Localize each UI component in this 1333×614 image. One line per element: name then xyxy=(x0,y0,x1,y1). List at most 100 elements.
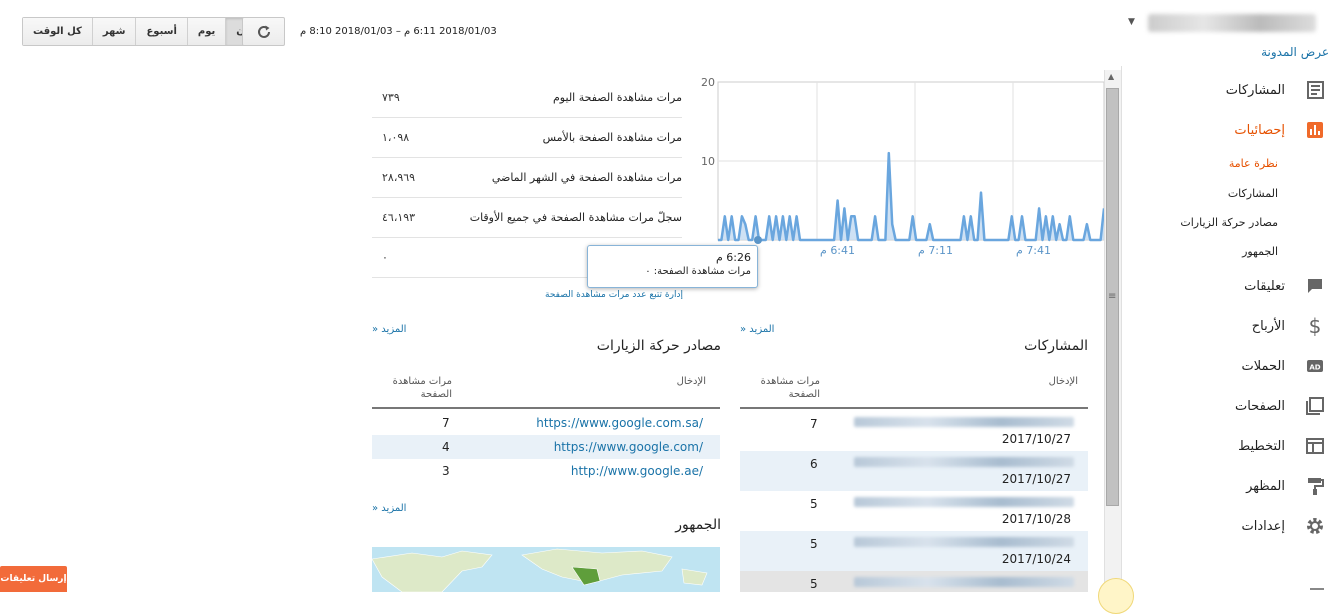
sidebar-divider xyxy=(1121,66,1122,592)
post-row[interactable]: 7 2017/10/27 xyxy=(740,411,1088,451)
stat-label: مرات مشاهدة الصفحة بالأمس xyxy=(542,131,682,144)
sidebar-item-label: إحصائيات xyxy=(1234,122,1285,138)
sidebar-subitem-posts[interactable]: المشاركات xyxy=(1228,187,1278,200)
sidebar-item-pages[interactable]: الصفحات xyxy=(1235,392,1327,420)
post-title-blurred[interactable] xyxy=(854,457,1074,467)
post-date: 2017/10/24 xyxy=(1001,552,1071,566)
sidebar-item-label: المظهر xyxy=(1246,478,1285,494)
traffic-col-entry: الإدخال xyxy=(676,376,706,387)
scroll-grip-icon: ≡ xyxy=(1108,291,1117,302)
send-feedback-button[interactable]: إرسال تعليقات xyxy=(0,566,67,592)
date-range-label: 2018/01/03 6:11 م – 2018/01/03 8:10 م xyxy=(300,26,497,37)
posts-col-views: مرات مشاهدة الصفحة xyxy=(760,376,820,400)
sidebar-item-campaigns[interactable]: AD الحملات xyxy=(1242,352,1327,380)
post-row[interactable]: 5 2017/10/28 xyxy=(740,491,1088,531)
traffic-col-views: مرات مشاهدة الصفحة xyxy=(392,376,452,400)
posts-header-rule xyxy=(740,407,1088,409)
sidebar-item-theme[interactable]: المظهر xyxy=(1246,472,1327,500)
stat-row-today: مرات مشاهدة الصفحة اليوم ٧٣٩ xyxy=(372,78,682,118)
post-title-blurred[interactable] xyxy=(854,577,1074,587)
sidebar-item-label: الصفحات xyxy=(1234,398,1285,414)
stat-value: ٠ xyxy=(382,251,388,264)
stat-label: سجلّ مرات مشاهدة الصفحة في جميع الأوقات xyxy=(469,211,682,224)
sidebar-item-comments[interactable]: تعليقات xyxy=(1244,272,1327,300)
range-day-button[interactable]: يوم xyxy=(186,18,226,45)
scroll-up-arrow-icon[interactable]: ▲ xyxy=(1108,72,1114,81)
post-title-blurred[interactable] xyxy=(854,417,1074,427)
traffic-row: 3 http://www.google.ae/ xyxy=(372,459,720,483)
paint-roller-icon xyxy=(1303,474,1327,498)
posts-more-link[interactable]: المزيد « xyxy=(740,324,774,335)
range-all-time-button[interactable]: كل الوقت xyxy=(23,18,92,45)
sidebar-item-earnings[interactable]: $ الأرباح xyxy=(1252,312,1327,340)
help-icon[interactable] xyxy=(1098,578,1134,614)
blog-dropdown-caret-icon[interactable]: ▼ xyxy=(1128,17,1135,27)
sidebar-item-stats[interactable]: إحصائيات xyxy=(1234,116,1327,144)
refresh-button[interactable] xyxy=(242,17,285,46)
traffic-views: 7 xyxy=(442,416,450,430)
chart-y-tick-label: 20 xyxy=(701,76,715,89)
post-title-blurred[interactable] xyxy=(854,537,1074,547)
sidebar-item-label: الأرباح xyxy=(1251,318,1285,334)
traffic-row: 7 https://www.google.com.sa/ xyxy=(372,411,720,435)
traffic-header-rule xyxy=(372,407,720,409)
stat-value: ٢٨،٩٦٩ xyxy=(382,171,416,184)
stats-icon xyxy=(1303,118,1327,142)
traffic-source-link[interactable]: http://www.google.ae/ xyxy=(571,464,703,478)
layout-icon xyxy=(1303,434,1327,458)
post-row[interactable]: 6 2017/10/27 xyxy=(740,451,1088,491)
sidebar-subitem-traffic-sources[interactable]: مصادر حركة الزيارات xyxy=(1180,216,1278,229)
audience-more-link[interactable]: المزيد « xyxy=(372,503,406,514)
sidebar-item-label: الحملات xyxy=(1241,358,1285,374)
svg-text:AD: AD xyxy=(1309,364,1320,372)
tooltip-text: مرات مشاهدة الصفحة: ٠ xyxy=(645,266,751,277)
post-views: 7 xyxy=(810,417,818,431)
traffic-row: 4 https://www.google.com/ xyxy=(372,435,720,459)
stat-label: مرات مشاهدة الصفحة في الشهر الماضي xyxy=(491,171,682,184)
posts-col-entry: الإدخال xyxy=(1048,376,1078,387)
pages-icon xyxy=(1303,394,1327,418)
post-date: 2017/10/27 xyxy=(1001,472,1071,486)
post-row[interactable]: 5 2017/10/24 xyxy=(740,531,1088,571)
post-title-blurred[interactable] xyxy=(854,497,1074,507)
range-week-button[interactable]: أسبوع xyxy=(135,18,187,45)
post-date: 2017/10/28 xyxy=(1001,512,1071,526)
audience-panel-title: الجمهور xyxy=(675,517,721,533)
dollar-icon: $ xyxy=(1308,314,1322,338)
post-views: 6 xyxy=(810,457,818,471)
blog-name-selector[interactable] xyxy=(1148,14,1316,32)
stat-value: ٤٦،١٩٣ xyxy=(382,211,416,224)
traffic-more-link[interactable]: المزيد « xyxy=(372,324,406,335)
sidebar-item-layout[interactable]: التخطيط xyxy=(1238,432,1327,460)
traffic-panel-title: مصادر حركة الزيارات xyxy=(596,338,721,354)
gear-icon xyxy=(1303,514,1327,538)
sidebar-item-label: تعليقات xyxy=(1244,278,1285,294)
posts-icon xyxy=(1303,78,1327,102)
manage-pageview-tracking-link[interactable]: إدارة تتبع عدد مرات مشاهدة الصفحة xyxy=(545,290,683,300)
chart-x-tick-label: 7:11 م xyxy=(918,244,953,257)
sidebar-item-posts[interactable]: المشاركات xyxy=(1226,76,1327,104)
world-map-graphic xyxy=(372,548,708,592)
stat-row-yesterday: مرات مشاهدة الصفحة بالأمس ١،٠٩٨ xyxy=(372,118,682,158)
chart-highlight-point xyxy=(754,236,762,244)
sidebar-subitem-audience[interactable]: الجمهور xyxy=(1242,245,1278,258)
post-views: 5 xyxy=(810,577,818,591)
sidebar-item-label: إعدادات xyxy=(1241,518,1285,534)
traffic-source-link[interactable]: https://www.google.com/ xyxy=(554,440,703,454)
sidebar-item-settings[interactable]: إعدادات xyxy=(1242,512,1327,540)
sidebar-subitem-overview[interactable]: نظرة عامة xyxy=(1229,157,1278,170)
ad-icon: AD xyxy=(1303,354,1327,378)
tooltip-time: 6:26 م xyxy=(715,251,751,264)
comments-icon xyxy=(1303,274,1327,298)
chart-tooltip: 6:26 م مرات مشاهدة الصفحة: ٠ xyxy=(587,245,758,288)
post-date: 2017/10/27 xyxy=(1001,432,1071,446)
post-row[interactable]: 5 xyxy=(740,571,1088,592)
audience-world-map[interactable] xyxy=(372,547,720,592)
posts-panel-title: المشاركات xyxy=(1024,338,1088,354)
stat-value: ٧٣٩ xyxy=(382,91,400,104)
traffic-source-link[interactable]: https://www.google.com.sa/ xyxy=(536,416,703,430)
stat-label: مرات مشاهدة الصفحة اليوم xyxy=(553,91,682,104)
view-blog-link[interactable]: عرض المدونة xyxy=(1261,45,1329,59)
range-month-button[interactable]: شهر xyxy=(91,18,136,45)
sidebar-item-label: المشاركات xyxy=(1225,82,1285,98)
